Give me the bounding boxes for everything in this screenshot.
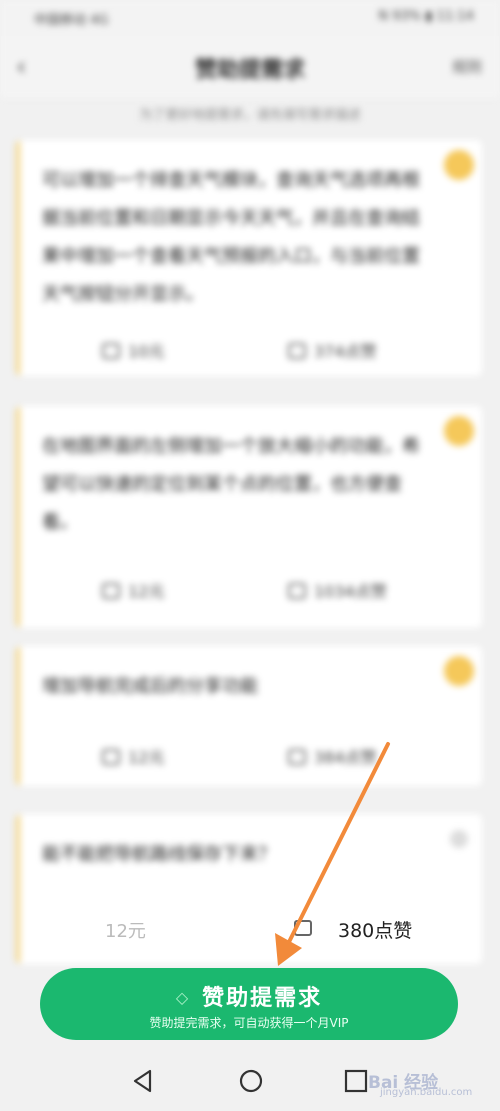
money-icon <box>102 749 120 765</box>
request-card[interactable]: 可以增加一个排查天气模块，查询天气选项再根据当前位置和日期显示今天天气，并且在查… <box>16 140 482 376</box>
like-count[interactable]: 1034点赞 <box>288 578 387 602</box>
recents-square-icon[interactable] <box>343 1068 369 1094</box>
back-triangle-icon[interactable] <box>130 1068 156 1094</box>
thumbs-up-icon <box>294 920 312 936</box>
thumbs-up-icon <box>288 583 306 599</box>
card-meta: 12元 1034点赞 <box>16 578 482 608</box>
badge-icon <box>444 656 474 686</box>
status-bar-indicators: N 93% ▮ 11:14 <box>378 9 474 24</box>
request-card[interactable]: 在地图界面的左侧增加一个放大缩小的功能，希望可以快速的定位到某个点的位置，也方便… <box>16 406 482 628</box>
bounty-amount: 12元 <box>102 578 164 602</box>
screen: 中国移动 4G N 93% ▮ 11:14 ‹ 赞助提需求 规则 为了更好地提需… <box>0 0 500 1111</box>
bounty-amount: 10元 <box>102 338 164 362</box>
bounty-amount: 12元 <box>102 744 164 768</box>
like-count-label: 380点赞 <box>338 920 413 942</box>
rules-button[interactable]: 规则 <box>452 56 482 77</box>
blurred-background-content: 中国移动 4G N 93% ▮ 11:14 ‹ 赞助提需求 规则 为了更好地提需… <box>0 0 500 964</box>
card-meta: 12元 384点赞 <box>16 744 482 774</box>
sponsor-request-subtitle: 赞助提完需求，可自动获得一个月VIP <box>149 1016 349 1030</box>
money-icon <box>102 343 120 359</box>
home-circle-icon[interactable] <box>238 1068 264 1094</box>
sponsor-request-button[interactable]: ◇ 赞助提需求 赞助提完需求，可自动获得一个月VIP <box>40 968 458 1040</box>
request-text: 增加导航完成后的分享功能 <box>42 676 258 697</box>
thumbs-up-icon <box>288 343 306 359</box>
card-accent <box>16 814 20 964</box>
money-icon <box>102 583 120 599</box>
request-text: 可以增加一个排查天气模块，查询天气选项再根据当前位置和日期显示今天天气，并且在查… <box>42 170 420 305</box>
like-count[interactable]: 384点赞 <box>288 744 377 768</box>
diamond-icon: ◇ <box>175 988 191 1007</box>
like-count-visible[interactable]: 380点赞 <box>250 898 440 958</box>
watermark-url: jingyan.baidu.com <box>380 1087 473 1098</box>
watermark-logo: Bai 经验 jingyan.baidu.com <box>368 1064 486 1104</box>
bounty-amount-visible: 12元 <box>105 921 146 942</box>
request-text: 在地图界面的左侧增加一个放大缩小的功能，希望可以快速的定位到某个点的位置，也方便… <box>42 436 420 533</box>
status-bar: 中国移动 4G N 93% ▮ 11:14 <box>0 0 500 36</box>
like-count[interactable]: 374点赞 <box>288 338 377 362</box>
request-text: 能不能把导航路线保存下来？ <box>42 844 276 865</box>
thumbs-up-icon <box>288 749 306 765</box>
sponsor-request-title: ◇ 赞助提需求 <box>175 986 323 1011</box>
badge-icon <box>450 830 468 848</box>
tip-banner: 为了更好地提需求，请先填写需求描述 <box>139 108 361 123</box>
badge-icon <box>444 416 474 446</box>
request-card[interactable]: 增加导航完成后的分享功能 12元 384点赞 <box>16 646 482 786</box>
card-meta: 10元 374点赞 <box>16 338 482 368</box>
status-bar-carrier: 中国移动 4G <box>34 13 109 28</box>
badge-icon <box>444 150 474 180</box>
page-title: 赞助提需求 <box>194 58 305 83</box>
nav-bar: ‹ 赞助提需求 规则 <box>0 36 500 98</box>
